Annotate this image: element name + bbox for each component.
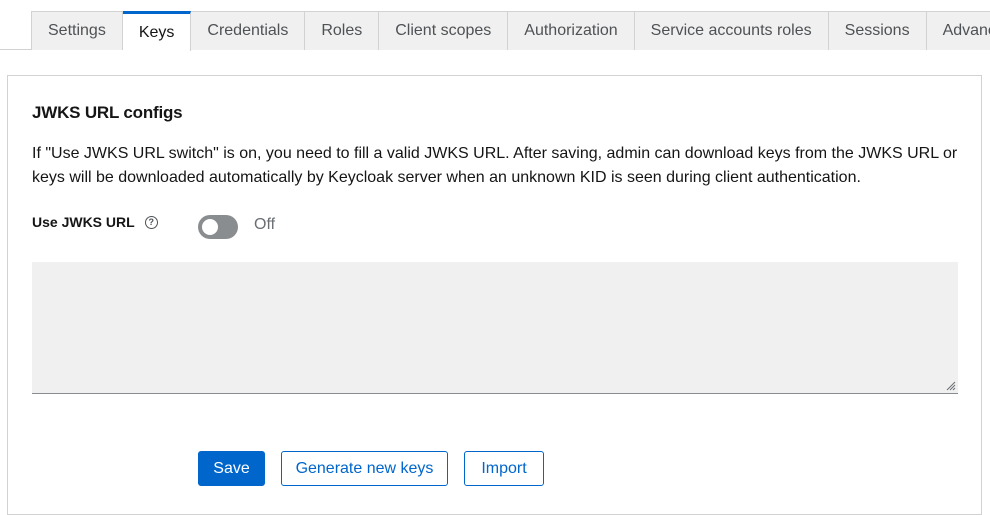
use-jwks-url-label: Use JWKS URL ? — [32, 214, 158, 230]
tab-credentials[interactable]: Credentials — [191, 11, 306, 50]
certificate-textarea[interactable] — [32, 262, 958, 394]
tab-settings[interactable]: Settings — [31, 11, 123, 50]
tab-list: Settings Keys Credentials Roles Client s… — [31, 11, 990, 51]
tab-label: Client scopes — [395, 22, 492, 39]
question-circle-icon[interactable]: ? — [144, 215, 158, 229]
tab-label: Authorization — [524, 22, 618, 39]
use-jwks-url-label-text: Use JWKS URL — [32, 214, 135, 230]
import-button[interactable]: Import — [464, 451, 544, 486]
tab-advanced[interactable]: Advanced — [926, 11, 990, 50]
switch-state-label: Off — [254, 216, 276, 233]
tab-roles[interactable]: Roles — [305, 11, 380, 50]
tab-client-scopes[interactable]: Client scopes — [379, 11, 509, 50]
tab-label: Roles — [321, 22, 363, 39]
tab-label: Advanced — [942, 22, 990, 39]
tab-label: Keys — [138, 23, 175, 41]
use-jwks-url-switch[interactable] — [198, 215, 238, 239]
resize-grip-icon[interactable] — [944, 379, 956, 391]
section-description: If "Use JWKS URL switch" is on, you need… — [32, 145, 958, 186]
tab-label: Service accounts roles — [650, 22, 812, 39]
tab-keys[interactable]: Keys — [122, 11, 192, 51]
tab-sessions[interactable]: Sessions — [828, 11, 927, 50]
tab-authorization[interactable]: Authorization — [508, 11, 635, 50]
tab-label: Settings — [48, 22, 106, 39]
section-title: JWKS URL configs — [32, 103, 183, 122]
generate-new-keys-button[interactable]: Generate new keys — [281, 451, 448, 486]
tab-service-accounts-roles[interactable]: Service accounts roles — [634, 11, 829, 50]
tab-label: Sessions — [844, 22, 910, 39]
save-button[interactable]: Save — [198, 451, 265, 486]
tab-label: Credentials — [207, 22, 289, 39]
tab-bar: Settings Keys Credentials Roles Client s… — [0, 0, 990, 51]
switch-knob — [202, 219, 218, 235]
